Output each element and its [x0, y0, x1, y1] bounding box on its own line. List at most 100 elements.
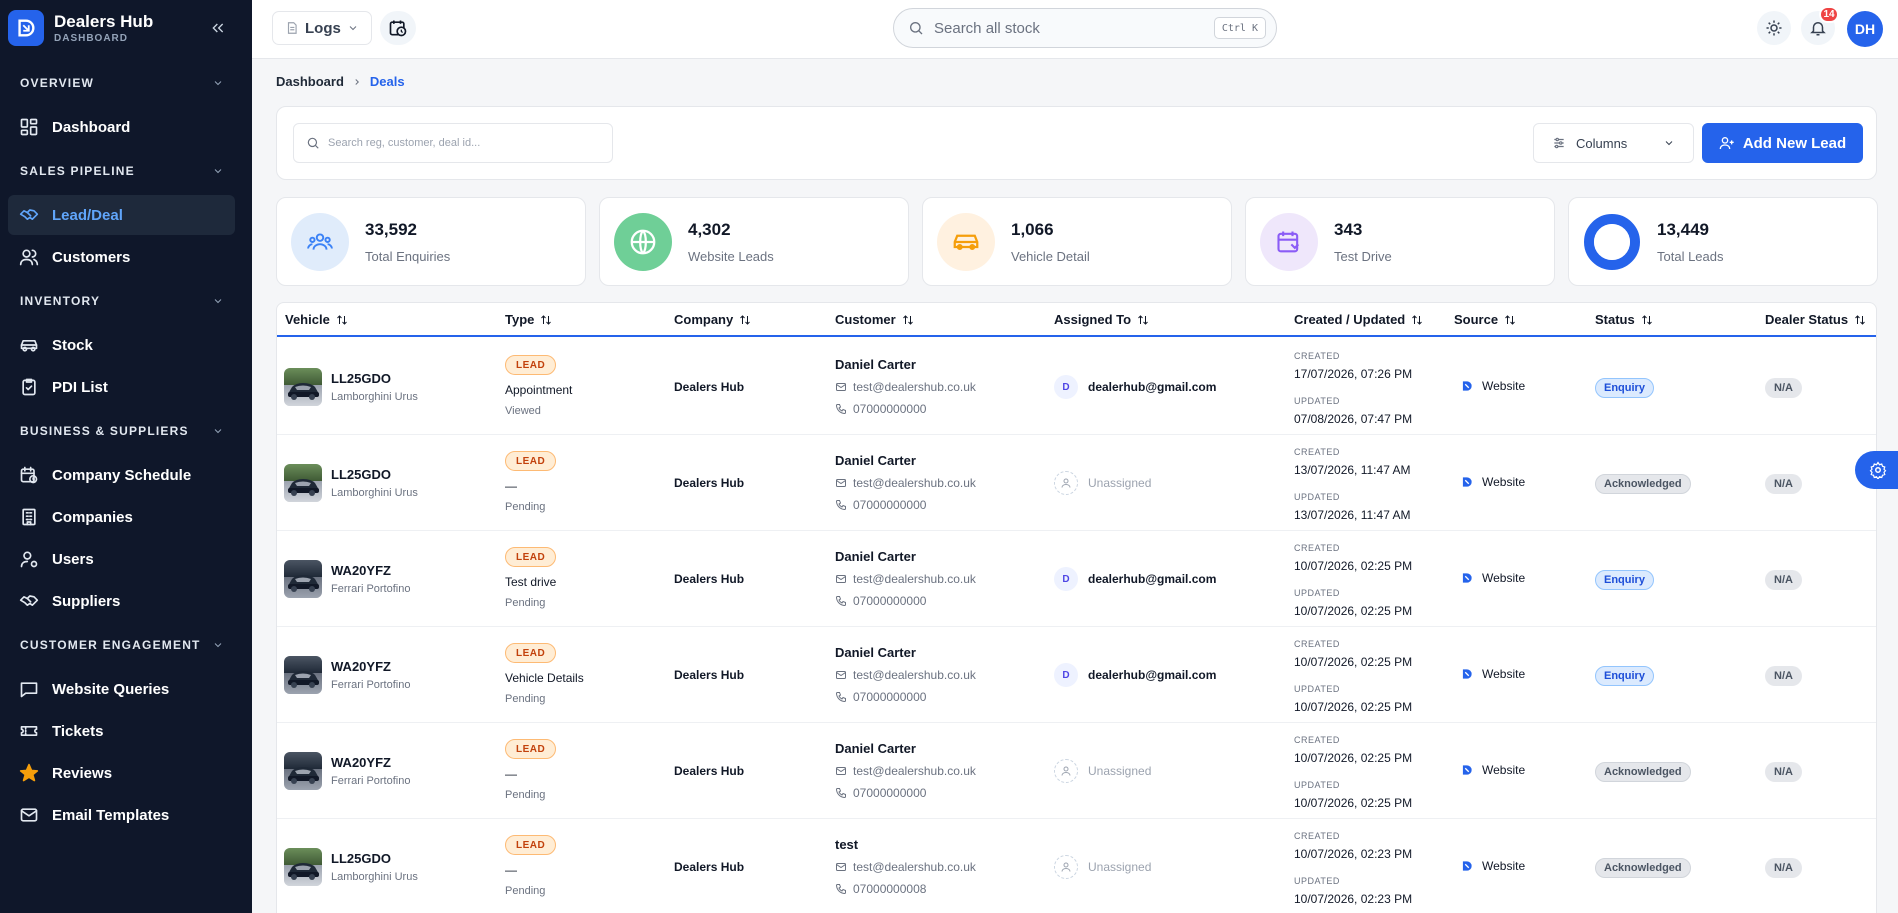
columns-dropdown[interactable]: Columns	[1533, 123, 1694, 163]
vehicle-reg[interactable]: LL25GDO	[331, 371, 391, 386]
add-new-lead-label: Add New Lead	[1742, 134, 1847, 152]
sidebar-item-lead-deal[interactable]: Lead/Deal	[8, 195, 235, 235]
sidebar-item-dashboard[interactable]: Dashboard	[8, 107, 235, 147]
deal-type: Appointment	[505, 383, 573, 397]
column-header-type[interactable]: Type	[505, 312, 552, 327]
table-row[interactable]: WA20YFZ Ferrari Portofino LEAD Test drive Pe…	[277, 531, 1876, 627]
sidebar-item-users[interactable]: Users	[8, 539, 235, 579]
assigned-to[interactable]: Ddealerhub@gmail.com	[1054, 567, 1216, 591]
customer-name[interactable]: test	[835, 837, 858, 852]
section-inventory[interactable]: INVENTORY	[0, 279, 252, 323]
customer-phone[interactable]: 07000000000	[835, 594, 926, 608]
deal-search-input[interactable]	[328, 137, 598, 149]
customer-name[interactable]: Daniel Carter	[835, 549, 916, 564]
assigned-to[interactable]: Ddealerhub@gmail.com	[1054, 663, 1216, 687]
vehicle-reg[interactable]: LL25GDO	[331, 851, 391, 866]
dealer-status-badge: N/A	[1765, 666, 1802, 686]
vehicle-reg[interactable]: LL25GDO	[331, 467, 391, 482]
section-business-suppliers[interactable]: BUSINESS & SUPPLIERS	[0, 409, 252, 453]
theme-toggle-button[interactable]	[1757, 11, 1791, 45]
table-row[interactable]: WA20YFZ Ferrari Portofino LEAD Vehicle Deta…	[277, 627, 1876, 723]
user-avatar[interactable]: DH	[1847, 11, 1883, 47]
column-header-dealer-status[interactable]: Dealer Status	[1765, 312, 1866, 327]
customer-email[interactable]: test@dealershub.co.uk	[835, 860, 976, 874]
sidebar-item-label: Customers	[52, 248, 131, 266]
status-badge[interactable]: Enquiry	[1595, 378, 1654, 398]
sidebar-item-pdi-list[interactable]: PDI List	[8, 367, 235, 407]
vehicle-reg[interactable]: WA20YFZ	[331, 659, 391, 674]
table-row[interactable]: LL25GDO Lamborghini Urus LEAD Appointment Vi…	[277, 339, 1876, 435]
assigned-to[interactable]: Unassigned	[1054, 471, 1151, 495]
sidebar-item-companies[interactable]: Companies	[8, 497, 235, 537]
breadcrumb-dashboard-link[interactable]: Dashboard	[276, 74, 344, 89]
status-badge[interactable]: Enquiry	[1595, 570, 1654, 590]
customer-phone[interactable]: 07000000000	[835, 402, 926, 416]
chevron-down-icon	[1665, 141, 1673, 146]
customer-email[interactable]: test@dealershub.co.uk	[835, 668, 976, 682]
assignee-avatar: D	[1054, 663, 1078, 687]
chevron-down-icon	[214, 643, 222, 648]
vehicle-reg[interactable]: WA20YFZ	[331, 755, 391, 770]
notifications-button[interactable]: 14	[1801, 6, 1839, 45]
sidebar-item-customers[interactable]: Customers	[8, 237, 235, 277]
updated-label: UPDATED	[1294, 588, 1340, 598]
column-header-source[interactable]: Source	[1454, 312, 1516, 327]
customer-email[interactable]: test@dealershub.co.uk	[835, 380, 976, 394]
table-row[interactable]: LL25GDO Lamborghini Urus LEAD — Pending Deale…	[277, 819, 1876, 913]
customer-email[interactable]: test@dealershub.co.uk	[835, 476, 976, 490]
brand[interactable]: Dealers Hub DASHBOARD	[8, 10, 153, 46]
logs-dropdown[interactable]: Logs	[272, 11, 372, 45]
section-overview[interactable]: OVERVIEW	[0, 61, 252, 105]
assigned-to[interactable]: Ddealerhub@gmail.com	[1054, 375, 1216, 399]
customer-email[interactable]: test@dealershub.co.uk	[835, 764, 976, 778]
sidebar: Dealers Hub DASHBOARD OVERVIEW Dashboard S…	[0, 0, 252, 913]
column-header-created-updated[interactable]: Created / Updated	[1294, 312, 1423, 327]
sidebar-item-reviews[interactable]: Reviews	[8, 753, 235, 793]
customer-name[interactable]: Daniel Carter	[835, 453, 916, 468]
table-row[interactable]: LL25GDO Lamborghini Urus LEAD — Pending Deale…	[277, 435, 1876, 531]
status-badge[interactable]: Enquiry	[1595, 666, 1654, 686]
sidebar-item-email-templates[interactable]: Email Templates	[8, 795, 235, 835]
global-search[interactable]: Search all stock Ctrl K	[893, 8, 1277, 48]
status-badge[interactable]: Acknowledged	[1595, 474, 1691, 494]
assigned-to[interactable]: Unassigned	[1054, 759, 1151, 783]
assigned-to[interactable]: Unassigned	[1054, 855, 1151, 879]
customer-phone[interactable]: 07000000008	[835, 882, 926, 896]
updated-label: UPDATED	[1294, 780, 1340, 790]
status-badge[interactable]: Acknowledged	[1595, 858, 1691, 878]
sidebar-item-stock[interactable]: Stock	[8, 325, 235, 365]
customer-email-text: test@dealershub.co.uk	[853, 380, 976, 394]
sidebar-item-suppliers[interactable]: Suppliers	[8, 581, 235, 621]
customer-email[interactable]: test@dealershub.co.uk	[835, 572, 976, 586]
customer-name[interactable]: Daniel Carter	[835, 645, 916, 660]
section-sales-pipeline[interactable]: SALES PIPELINE	[0, 149, 252, 193]
dashboard-grid-icon	[18, 116, 40, 138]
customer-name[interactable]: Daniel Carter	[835, 741, 916, 756]
sidebar-item-company-schedule[interactable]: Company Schedule	[8, 455, 235, 495]
column-header-company[interactable]: Company	[674, 312, 751, 327]
collapse-sidebar-button[interactable]	[208, 18, 228, 38]
customer-phone[interactable]: 07000000000	[835, 498, 926, 512]
vehicle-reg[interactable]: WA20YFZ	[331, 563, 391, 578]
lead-source-text: Website	[1482, 763, 1526, 777]
customer-phone[interactable]: 07000000000	[835, 786, 926, 800]
column-header-customer[interactable]: Customer	[835, 312, 914, 327]
sidebar-item-tickets[interactable]: Tickets	[8, 711, 235, 751]
table-row[interactable]: WA20YFZ Ferrari Portofino LEAD — Pending Deal…	[277, 723, 1876, 819]
sidebar-item-website-queries[interactable]: Website Queries	[8, 669, 235, 709]
section-customer-engagement[interactable]: CUSTOMER ENGAGEMENT	[0, 623, 252, 667]
schedule-button[interactable]	[380, 11, 416, 45]
deal-search-field[interactable]	[293, 123, 613, 163]
column-header-vehicle[interactable]: Vehicle	[285, 312, 348, 327]
dealers-hub-logo-icon	[8, 10, 44, 46]
settings-floating-button[interactable]	[1855, 451, 1898, 489]
website-source-icon	[1462, 573, 1472, 583]
chevron-down-icon	[214, 81, 222, 86]
customer-email-text: test@dealershub.co.uk	[853, 476, 976, 490]
customer-phone[interactable]: 07000000000	[835, 690, 926, 704]
customer-name[interactable]: Daniel Carter	[835, 357, 916, 372]
column-header-assigned-to[interactable]: Assigned To	[1054, 312, 1149, 327]
status-badge[interactable]: Acknowledged	[1595, 762, 1691, 782]
column-header-status[interactable]: Status	[1595, 312, 1653, 327]
add-new-lead-button[interactable]: Add New Lead	[1702, 123, 1863, 163]
